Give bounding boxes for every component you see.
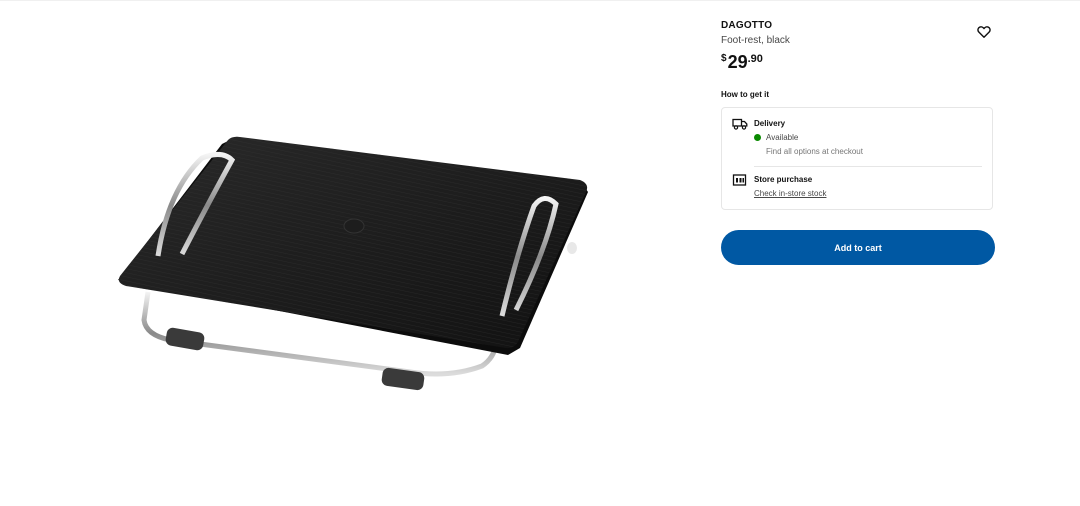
check-stock-link[interactable]: Check in-store stock (754, 188, 826, 199)
delivery-note: Find all options at checkout (766, 147, 863, 156)
foot-rest-illustration (118, 136, 588, 391)
product-image[interactable] (110, 130, 600, 400)
delivery-status: Available (754, 132, 798, 143)
fulfillment-box: Delivery Available Find all options at c… (721, 107, 993, 210)
delivery-title: Delivery (754, 119, 786, 128)
how-to-get-it-heading: How to get it (721, 90, 769, 99)
product-name: DAGOTTO (721, 20, 773, 31)
price-integer: 29 (727, 52, 748, 72)
price-currency: $ (721, 53, 727, 64)
price-decimal: .90 (747, 53, 763, 65)
store-icon (732, 174, 748, 186)
available-status-dot (754, 134, 761, 141)
truck-icon (732, 118, 748, 130)
product-price: $ 29 .90 (721, 53, 995, 71)
top-divider (0, 0, 1080, 1)
store-purchase-title: Store purchase (754, 175, 813, 184)
product-panel: DAGOTTO Foot-rest, black $ 29 .90 How to… (721, 20, 995, 265)
add-to-cart-button[interactable]: Add to cart (721, 230, 995, 265)
product-description: Foot-rest, black (721, 35, 790, 46)
favorite-button[interactable] (977, 25, 991, 39)
delivery-status-text: Available (766, 133, 799, 142)
fulfillment-divider (754, 166, 982, 167)
heart-icon (977, 26, 991, 38)
